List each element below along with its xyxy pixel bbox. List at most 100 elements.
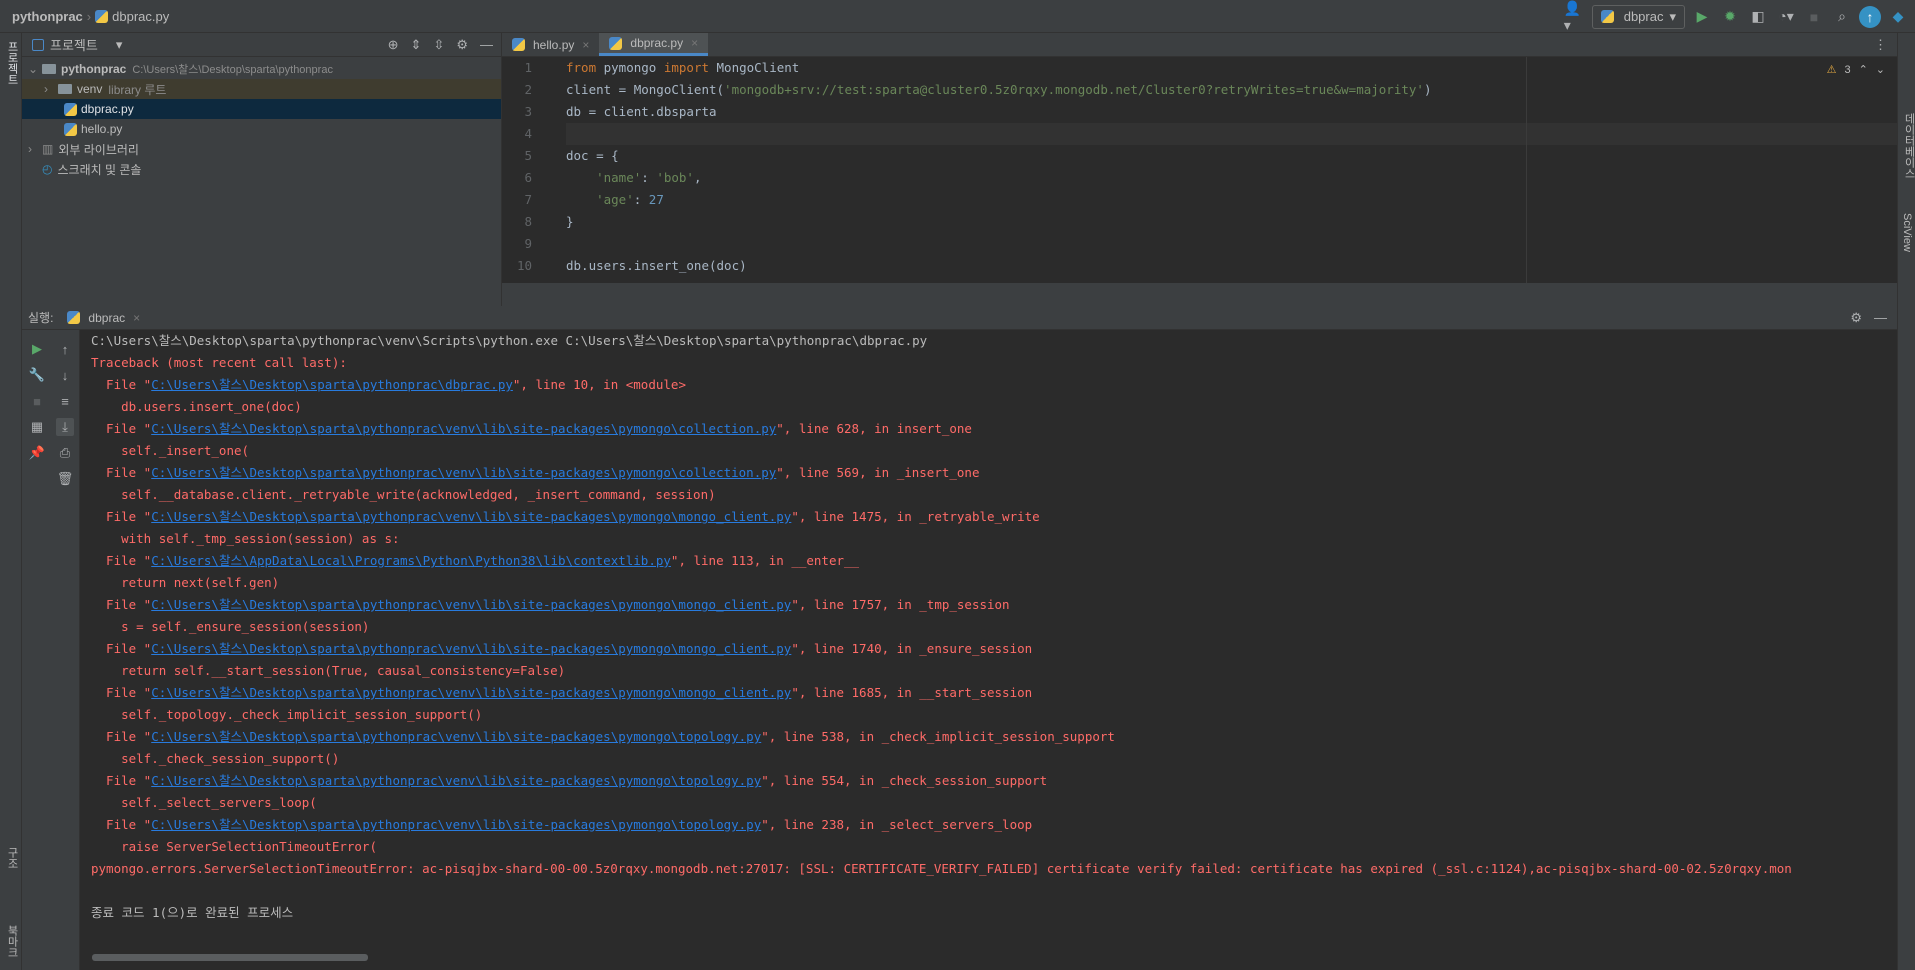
venv-hint: library 루트	[108, 82, 167, 97]
file-link[interactable]: C:\Users\찰스\Desktop\sparta\pythonprac\ve…	[151, 817, 761, 832]
library-icon: ▥	[42, 142, 54, 156]
file-link[interactable]: C:\Users\찰스\Desktop\sparta\pythonprac\ve…	[151, 597, 791, 612]
keyword: import	[663, 60, 709, 75]
hide-icon[interactable]: —	[1874, 310, 1887, 326]
plugin-icon[interactable]: ◆	[1887, 6, 1909, 28]
tab-dbprac[interactable]: dbprac.py ×	[599, 33, 709, 56]
file-link[interactable]: C:\Users\찰스\Desktop\sparta\pythonprac\ve…	[151, 465, 776, 480]
project-view-label[interactable]: 프로젝트	[50, 35, 98, 54]
expand-all-icon[interactable]: ⇕	[411, 37, 422, 53]
inspection-widget[interactable]: ⚠ 3 ⌃ ⌄	[1827, 63, 1885, 77]
file-link[interactable]: C:\Users\찰스\Desktop\sparta\pythonprac\ve…	[151, 685, 791, 700]
line-number: 4	[524, 126, 532, 141]
file-prefix: File "	[91, 641, 152, 656]
run-icon[interactable]: ▶	[1691, 6, 1713, 28]
panel-divider[interactable]	[502, 283, 1897, 306]
rerun-icon[interactable]: ▶	[28, 340, 46, 358]
tree-item-scratches[interactable]: ◴ 스크래치 및 콘솔	[22, 159, 501, 179]
traceback-code-line: self._insert_one(	[91, 443, 250, 458]
keyword: from	[566, 60, 597, 75]
gear-icon[interactable]: ⚙	[456, 37, 468, 53]
traceback-code-line: with self._tmp_session(session) as s:	[91, 531, 400, 546]
code-line: doc = {	[566, 148, 619, 163]
frame-location: ", line 1475, in _retryable_write	[791, 509, 1040, 524]
chevron-right-icon: ›	[44, 82, 48, 96]
trash-icon[interactable]: 🗑	[56, 470, 74, 488]
gear-icon[interactable]: ⚙	[1850, 310, 1862, 326]
file-link[interactable]: C:\Users\찰스\Desktop\sparta\pythonprac\ve…	[151, 509, 791, 524]
wrench-icon[interactable]: 🔧	[28, 366, 46, 384]
scroll-to-end-icon[interactable]: ⤓	[56, 418, 74, 436]
search-icon[interactable]: ⌕	[1831, 6, 1853, 28]
debug-icon[interactable]: ✹	[1719, 6, 1741, 28]
locate-icon[interactable]: ⊕	[388, 37, 399, 53]
breadcrumb-project[interactable]: pythonprac	[12, 9, 83, 24]
sciview-tool-tab[interactable]: SciView	[1901, 213, 1913, 252]
pin-icon[interactable]: 📌	[28, 444, 46, 462]
traceback-code-line: db.users.insert_one(doc)	[91, 399, 302, 414]
string-literal: 'bob'	[656, 170, 694, 185]
scratches-label: 스크래치 및 콘솔	[57, 162, 142, 177]
breadcrumb: pythonprac › dbprac.py	[0, 9, 169, 24]
close-icon[interactable]: ×	[582, 38, 589, 52]
run-tab[interactable]: dbprac ×	[67, 311, 140, 325]
file-link[interactable]: C:\Users\찰스\Desktop\sparta\pythonprac\ve…	[151, 773, 761, 788]
breadcrumb-file[interactable]: dbprac.py	[112, 9, 169, 24]
file-link[interactable]: C:\Users\찰스\Desktop\sparta\pythonprac\db…	[151, 377, 513, 392]
bookmarks-tool-tab[interactable]: 북마크	[4, 925, 20, 958]
chevron-down-icon[interactable]: ▾	[116, 37, 123, 53]
chevron-down-icon[interactable]: ⌄	[1876, 63, 1885, 76]
file-link[interactable]: C:\Users\찰스\Desktop\sparta\pythonprac\ve…	[151, 729, 761, 744]
file-prefix: File "	[91, 377, 152, 392]
tree-item-venv[interactable]: › venv library 루트	[22, 79, 501, 99]
database-tool-tab[interactable]: 데이터베이스	[1901, 113, 1915, 179]
python-file-icon	[1600, 10, 1614, 23]
tab-hello[interactable]: hello.py ×	[502, 33, 599, 56]
soft-wrap-icon[interactable]: ≡	[56, 392, 74, 410]
code-text: :	[633, 192, 649, 207]
user-icon[interactable]: 👤▾	[1564, 0, 1586, 33]
horizontal-scrollbar[interactable]	[92, 954, 368, 961]
chevron-down-icon: ▾	[1669, 8, 1676, 24]
traceback-code-line: self.__database.client._retryable_write(…	[91, 487, 716, 502]
coverage-icon[interactable]: ◧	[1747, 6, 1769, 28]
traceback-file-line: File "C:\Users\찰스\Desktop\sparta\pythonp…	[91, 770, 1897, 792]
close-icon[interactable]: ×	[133, 311, 140, 325]
external-libs-label: 외부 라이브러리	[58, 142, 139, 157]
console-output[interactable]: C:\Users\찰스\Desktop\sparta\pythonprac\ve…	[80, 330, 1897, 960]
code-area[interactable]: from pymongo import MongoClient client =…	[566, 57, 1431, 277]
up-arrow-icon[interactable]: ↑	[56, 340, 74, 358]
tree-item-root[interactable]: ⌄ pythonprac C:\Users\찰스\Desktop\sparta\…	[22, 59, 501, 79]
run-config-select[interactable]: dbprac ▾	[1591, 4, 1685, 29]
code-line: client = MongoClient('mongodb+srv://test…	[566, 79, 1431, 101]
tabs-menu-icon[interactable]: ⋮	[1874, 33, 1897, 56]
layout-icon[interactable]: ▦	[28, 418, 46, 436]
file-link[interactable]: C:\Users\찰스\AppData\Local\Programs\Pytho…	[151, 553, 671, 568]
collapse-all-icon[interactable]: ⇳	[433, 37, 444, 53]
profile-icon[interactable]: ◔▾	[1775, 6, 1797, 28]
title-bar: pythonprac › dbprac.py 👤▾ dbprac ▾ ▶ ✹ ◧…	[0, 0, 1915, 33]
hide-icon[interactable]: —	[480, 37, 493, 53]
down-arrow-icon[interactable]: ↓	[56, 366, 74, 384]
stop-icon[interactable]: ■	[1803, 6, 1825, 28]
folder-icon	[58, 84, 72, 94]
structure-tool-tab[interactable]: 구조	[4, 847, 20, 869]
chevron-up-icon[interactable]: ⌃	[1859, 63, 1868, 76]
file-link[interactable]: C:\Users\찰스\Desktop\sparta\pythonprac\ve…	[151, 641, 791, 656]
code-line: db.users.insert_one(doc)	[566, 258, 747, 273]
traceback-file-line: File "C:\Users\찰스\Desktop\sparta\pythonp…	[91, 506, 1897, 528]
tree-item-hello[interactable]: hello.py	[22, 119, 501, 139]
tree-item-dbprac[interactable]: dbprac.py	[22, 99, 501, 119]
close-icon[interactable]: ×	[691, 36, 698, 50]
string-literal: 'mongodb+srv://test:sparta@cluster0.5z0r…	[724, 82, 1424, 97]
traceback-file-line: File "C:\Users\찰스\Desktop\sparta\pythonp…	[91, 418, 1897, 440]
project-tree: ⌄ pythonprac C:\Users\찰스\Desktop\sparta\…	[22, 57, 501, 179]
line-number: 5	[524, 148, 532, 163]
stop-icon[interactable]: ■	[28, 392, 46, 410]
file-link[interactable]: C:\Users\찰스\Desktop\sparta\pythonprac\ve…	[151, 421, 776, 436]
project-tool-tab[interactable]: 프로젝트	[4, 41, 20, 85]
tab-label: hello.py	[533, 37, 575, 52]
tree-item-external-libs[interactable]: › ▥ 외부 라이브러리	[22, 139, 501, 159]
update-icon[interactable]: ↑	[1859, 5, 1881, 28]
print-icon[interactable]: ⎙	[56, 444, 74, 462]
